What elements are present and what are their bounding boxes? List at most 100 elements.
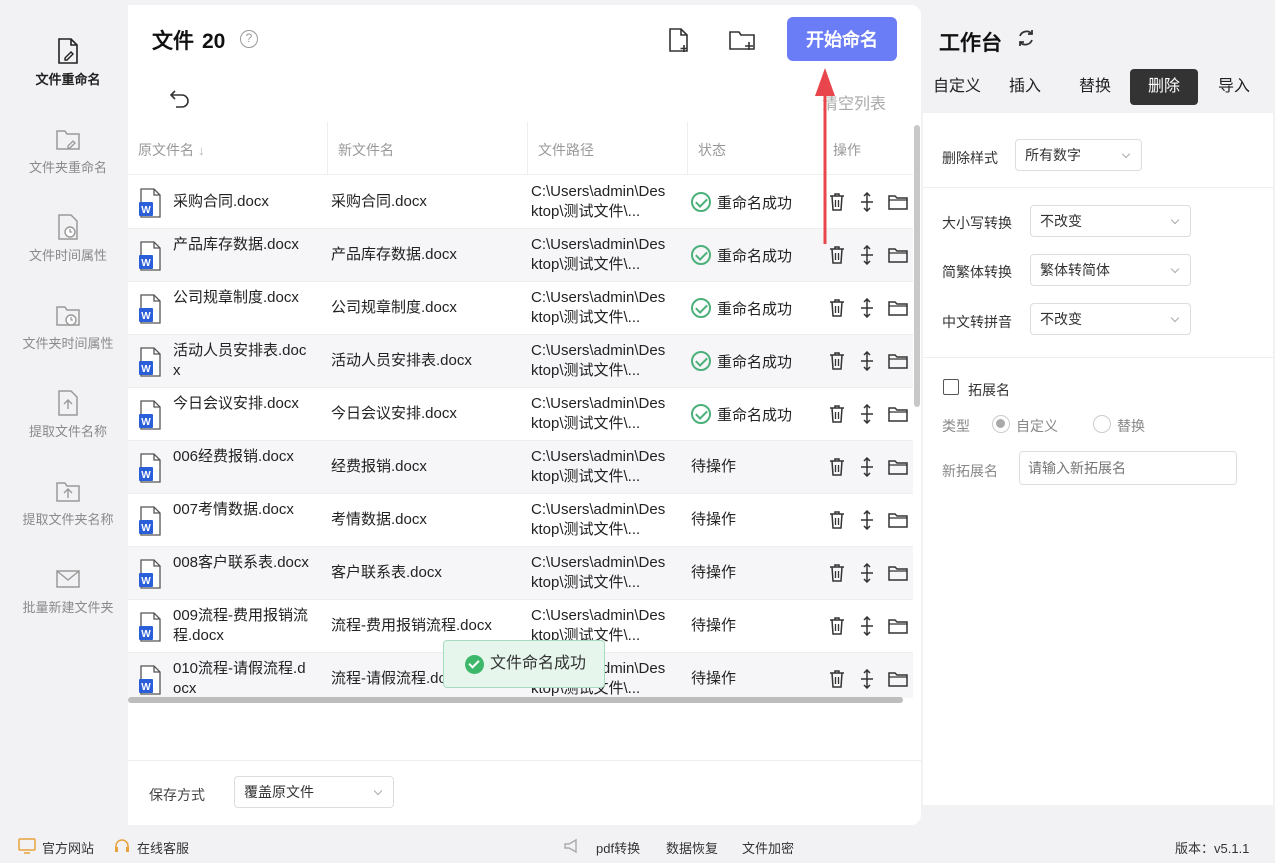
add-file-icon[interactable] <box>665 26 693 54</box>
trad-select[interactable]: 繁体转简体 <box>1030 254 1191 286</box>
sort-down-icon[interactable]: ↓ <box>198 142 205 158</box>
help-icon[interactable]: ? <box>240 30 258 48</box>
table-row[interactable]: W 008客户联系表.docx 客户联系表.docx C:\Users\admin\D… <box>128 547 913 600</box>
check-circle-icon <box>465 655 484 674</box>
save-mode-select[interactable]: 覆盖原文件 <box>234 776 394 808</box>
open-folder-icon[interactable] <box>888 510 908 530</box>
open-folder-icon[interactable] <box>888 669 908 689</box>
new-name: 今日会议安排.docx <box>331 405 457 422</box>
pinyin-select[interactable]: 不改变 <box>1030 303 1191 335</box>
trash-icon[interactable] <box>828 351 846 371</box>
move-icon[interactable] <box>858 404 876 424</box>
table-row[interactable]: W 产品库存数据.docx 产品库存数据.docx C:\Users\admin\De… <box>128 229 913 282</box>
trash-icon[interactable] <box>828 563 846 583</box>
svg-text:W: W <box>141 417 151 428</box>
check-circle-icon <box>691 404 711 424</box>
version-text: 版本：v5.1.1 <box>1175 841 1250 856</box>
tab-delete[interactable]: 删除 <box>1130 69 1198 105</box>
trash-icon[interactable] <box>828 404 846 424</box>
table-row[interactable]: W 007考情数据.docx 考情数据.docx C:\Users\admin\Des… <box>128 494 913 547</box>
file-list-panel: 文件 20 ? 开始命名 清空列表 原文件名 ↓ 新文件名 文件路径 状态 操作 … <box>128 5 921 825</box>
table-row[interactable]: W 公司规章制度.docx 公司规章制度.docx C:\Users\admin\De… <box>128 282 913 335</box>
workspace-panel: 工作台 自定义 插入 替换 删除 导入 删除样式 所有数字 大小写转换 不改变 … <box>923 5 1273 805</box>
horizontal-scrollbar[interactable] <box>128 697 903 703</box>
ext-checkbox[interactable] <box>943 379 959 395</box>
add-folder-icon[interactable] <box>728 26 756 54</box>
website-link[interactable]: 官方网站 <box>42 838 94 857</box>
open-folder-icon[interactable] <box>888 563 908 583</box>
nav-file-rename[interactable]: 文件重命名 <box>8 37 128 88</box>
tab-import[interactable]: 导入 <box>1200 69 1268 105</box>
move-icon[interactable] <box>858 510 876 530</box>
refresh-icon[interactable] <box>1015 27 1037 49</box>
workspace-tabs: 自定义 插入 替换 删除 导入 <box>923 69 1273 109</box>
tab-insert[interactable]: 插入 <box>991 69 1059 105</box>
move-icon[interactable] <box>858 669 876 689</box>
trash-icon[interactable] <box>828 298 846 318</box>
new-name: 采购合同.docx <box>331 193 427 210</box>
col-actions: 操作 <box>833 142 861 158</box>
table-row[interactable]: W 今日会议安排.docx 今日会议安排.docx C:\Users\admin\De… <box>128 388 913 441</box>
nav-batch-new-folder[interactable]: 批量新建文件夹 <box>8 565 128 616</box>
open-folder-icon[interactable] <box>888 192 908 212</box>
open-folder-icon[interactable] <box>888 404 908 424</box>
trash-icon[interactable] <box>828 616 846 636</box>
open-folder-icon[interactable] <box>888 298 908 318</box>
chevron-down-icon <box>373 786 383 796</box>
trad-value: 繁体转简体 <box>1040 262 1110 278</box>
move-icon[interactable] <box>858 298 876 318</box>
new-ext-input[interactable] <box>1019 451 1237 485</box>
nav-extract-folder-name[interactable]: 提取文件夹名称 <box>8 477 128 528</box>
move-icon[interactable] <box>858 192 876 212</box>
case-select[interactable]: 不改变 <box>1030 205 1191 237</box>
open-folder-icon[interactable] <box>888 245 908 265</box>
trash-icon[interactable] <box>828 669 846 689</box>
vertical-scrollbar[interactable] <box>914 125 920 407</box>
nav-folder-rename[interactable]: 文件夹重命名 <box>8 125 128 176</box>
move-icon[interactable] <box>858 457 876 477</box>
trash-icon[interactable] <box>828 457 846 477</box>
trash-icon[interactable] <box>828 245 846 265</box>
new-name: 活动人员安排表.docx <box>331 352 472 369</box>
nav-extract-file-name[interactable]: 提取文件名称 <box>8 389 128 440</box>
move-icon[interactable] <box>858 351 876 371</box>
original-name: 产品库存数据.docx <box>173 236 299 253</box>
nav-label: 提取文件名称 <box>28 424 107 439</box>
move-icon[interactable] <box>858 245 876 265</box>
new-name: 客户联系表.docx <box>331 564 442 581</box>
file-count: 20 <box>202 30 226 53</box>
move-icon[interactable] <box>858 563 876 583</box>
trash-icon[interactable] <box>828 510 846 530</box>
start-rename-button[interactable]: 开始命名 <box>787 17 897 61</box>
col-original-name[interactable]: 原文件名 ↓ <box>138 140 205 160</box>
delete-style-select[interactable]: 所有数字 <box>1015 139 1142 171</box>
type-custom-radio[interactable] <box>992 415 1010 433</box>
table-row[interactable]: W 采购合同.docx 采购合同.docx C:\Users\admin\Deskto… <box>128 176 913 229</box>
nav-folder-time[interactable]: 文件夹时间属性 <box>8 301 128 352</box>
table-row[interactable]: W 006经费报销.docx 经费报销.docx C:\Users\admin\Des… <box>128 441 913 494</box>
encrypt-link[interactable]: 文件加密 <box>742 838 794 857</box>
svg-text:W: W <box>141 576 151 587</box>
status-text: 重命名成功 <box>717 195 793 212</box>
open-folder-icon[interactable] <box>888 457 908 477</box>
open-folder-icon[interactable] <box>888 351 908 371</box>
status-text: 待操作 <box>691 670 737 687</box>
tab-replace[interactable]: 替换 <box>1061 69 1129 105</box>
table-row[interactable]: W 活动人员安排表.docx 活动人员安排表.docx C:\Users\admin\… <box>128 335 913 388</box>
nav-file-time[interactable]: 文件时间属性 <box>8 213 128 264</box>
move-icon[interactable] <box>858 616 876 636</box>
word-doc-icon: W <box>139 347 161 377</box>
nav-label: 文件时间属性 <box>28 248 107 263</box>
status-text: 待操作 <box>691 564 737 581</box>
word-doc-icon: W <box>139 188 161 218</box>
check-circle-icon <box>691 351 711 371</box>
type-replace-radio[interactable] <box>1093 415 1111 433</box>
file-path: C:\Users\admin\Desktop\测试文件\... <box>531 554 666 591</box>
undo-icon[interactable] <box>168 87 192 109</box>
status-badge: 重命名成功 <box>691 245 792 267</box>
pdf-link[interactable]: pdf转换 <box>596 838 640 857</box>
service-link[interactable]: 在线客服 <box>137 838 189 857</box>
recover-link[interactable]: 数据恢复 <box>666 838 718 857</box>
tab-custom[interactable]: 自定义 <box>923 69 991 105</box>
open-folder-icon[interactable] <box>888 616 908 636</box>
